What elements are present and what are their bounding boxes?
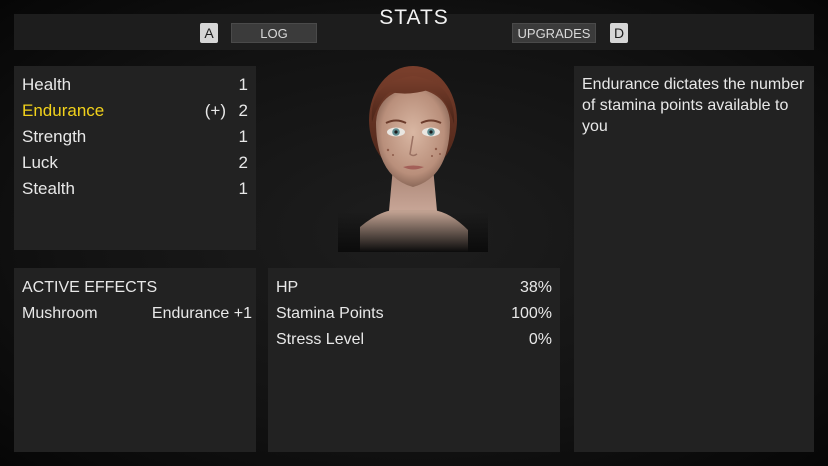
- vital-name: HP: [276, 279, 299, 296]
- stats-panel: Health 1 Endurance (+) 2 Strength 1 Luck…: [14, 66, 256, 250]
- stat-value: 1: [238, 127, 248, 146]
- stat-name: Strength: [22, 127, 87, 146]
- vital-value: 38%: [519, 279, 552, 296]
- stat-name: Endurance: [22, 101, 105, 120]
- stat-value: 1: [238, 75, 248, 94]
- stat-name: Health: [22, 75, 72, 94]
- stat-name: Luck: [22, 153, 58, 172]
- stat-row-luck[interactable]: Luck 2: [22, 153, 248, 179]
- stat-row-stealth[interactable]: Stealth 1: [22, 179, 248, 205]
- vital-name: Stamina Points: [276, 305, 384, 322]
- stat-row-endurance[interactable]: Endurance (+) 2: [22, 101, 248, 127]
- stat-name: Stealth: [22, 179, 75, 198]
- effect-name: Mushroom: [22, 305, 98, 322]
- stat-value: 2: [238, 101, 248, 120]
- active-effects-title: ACTIVE EFFECTS: [22, 279, 158, 296]
- effect-value: Endurance +1: [151, 305, 252, 322]
- stat-description-panel: Endurance dictates the number of stamina…: [574, 66, 814, 452]
- vitals-panel: HP 38% Stamina Points 100% Stress Level …: [268, 268, 560, 452]
- vital-value: 100%: [511, 305, 552, 322]
- stat-increase-button[interactable]: (+): [205, 101, 226, 121]
- character-portrait: [338, 66, 488, 252]
- vital-name: Stress Level: [276, 331, 365, 348]
- vital-value: 0%: [528, 331, 552, 348]
- stat-value: 2: [238, 153, 248, 172]
- stat-value: 1: [238, 179, 248, 198]
- stat-row-health[interactable]: Health 1: [22, 75, 248, 101]
- stat-row-strength[interactable]: Strength 1: [22, 127, 248, 153]
- page-title: STATS: [379, 6, 449, 29]
- stat-description-text: Endurance dictates the number of stamina…: [582, 76, 805, 135]
- active-effects-panel: ACTIVE EFFECTS Mushroom Endurance +1: [14, 268, 256, 452]
